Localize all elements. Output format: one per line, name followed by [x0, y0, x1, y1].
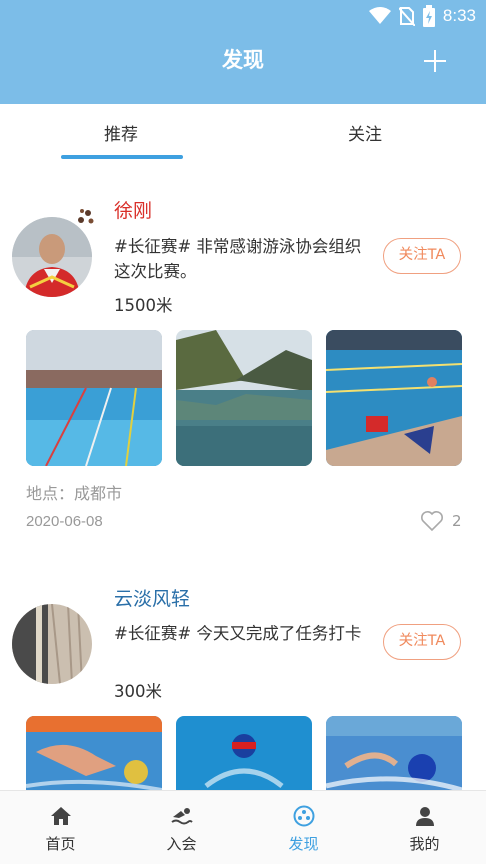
- post-card[interactable]: 徐刚 #长征赛# 非常感谢游泳协会组织这次比赛。 1500米 关注TA 地点：成…: [0, 162, 486, 552]
- tab-recommended[interactable]: 推荐: [104, 120, 138, 145]
- nav-join-label: 入会: [166, 835, 197, 853]
- post-photo[interactable]: [326, 716, 462, 790]
- no-sim-icon: [398, 7, 415, 26]
- tab-following[interactable]: 关注: [348, 120, 382, 145]
- follow-button[interactable]: 关注TA: [383, 238, 461, 274]
- user-icon: [416, 807, 434, 826]
- avatar[interactable]: [12, 604, 92, 684]
- nav-discover-label: 发现: [288, 835, 319, 853]
- post-text: #长征赛# 今天又完成了任务打卡: [114, 624, 362, 643]
- tab-bar: 推荐 关注: [0, 104, 486, 162]
- post-date: 2020-06-08: [26, 513, 103, 530]
- post-photo[interactable]: [26, 716, 162, 790]
- home-icon: [51, 807, 71, 825]
- post-photo[interactable]: [26, 330, 162, 466]
- bottom-nav: 首页 入会 发现 我的: [0, 790, 486, 864]
- nav-mine[interactable]: 我的: [364, 791, 485, 864]
- nav-join[interactable]: 入会: [121, 791, 242, 864]
- post-author-name[interactable]: 云淡风轻: [114, 584, 190, 611]
- battery-icon: [422, 5, 435, 27]
- status-time: 8:33: [442, 6, 476, 25]
- heart-icon: [421, 511, 443, 532]
- post-location: 地点：成都市: [26, 484, 123, 503]
- nav-home[interactable]: 首页: [0, 791, 121, 864]
- app-header: 8:33 发现: [0, 0, 486, 104]
- post-photo[interactable]: [176, 716, 312, 790]
- post-distance: 300米: [114, 682, 162, 701]
- page-title: 发现: [222, 48, 264, 72]
- nav-mine-label: 我的: [409, 835, 440, 853]
- like-button[interactable]: 2: [420, 510, 462, 532]
- nav-discover[interactable]: 发现: [243, 791, 364, 864]
- post-card[interactable]: 云淡风轻 #长征赛# 今天又完成了任务打卡 300米 关注TA: [0, 560, 486, 790]
- add-post-button[interactable]: [424, 50, 446, 72]
- post-text: #长征赛# 非常感谢游泳协会组织这次比赛。: [114, 237, 362, 281]
- wifi-icon: [368, 7, 391, 24]
- post-author-name[interactable]: 徐刚: [114, 196, 152, 223]
- tab-indicator: [61, 155, 183, 159]
- like-count: 2: [452, 512, 462, 530]
- post-distance: 1500米: [114, 296, 173, 315]
- avatar[interactable]: [12, 217, 92, 297]
- nav-home-label: 首页: [45, 835, 76, 853]
- discover-icon: [293, 805, 315, 827]
- post-photo[interactable]: [176, 330, 312, 466]
- swim-icon: [171, 808, 193, 825]
- post-photo[interactable]: [326, 330, 462, 466]
- status-bar: 8:33: [368, 4, 476, 28]
- follow-button[interactable]: 关注TA: [383, 624, 461, 660]
